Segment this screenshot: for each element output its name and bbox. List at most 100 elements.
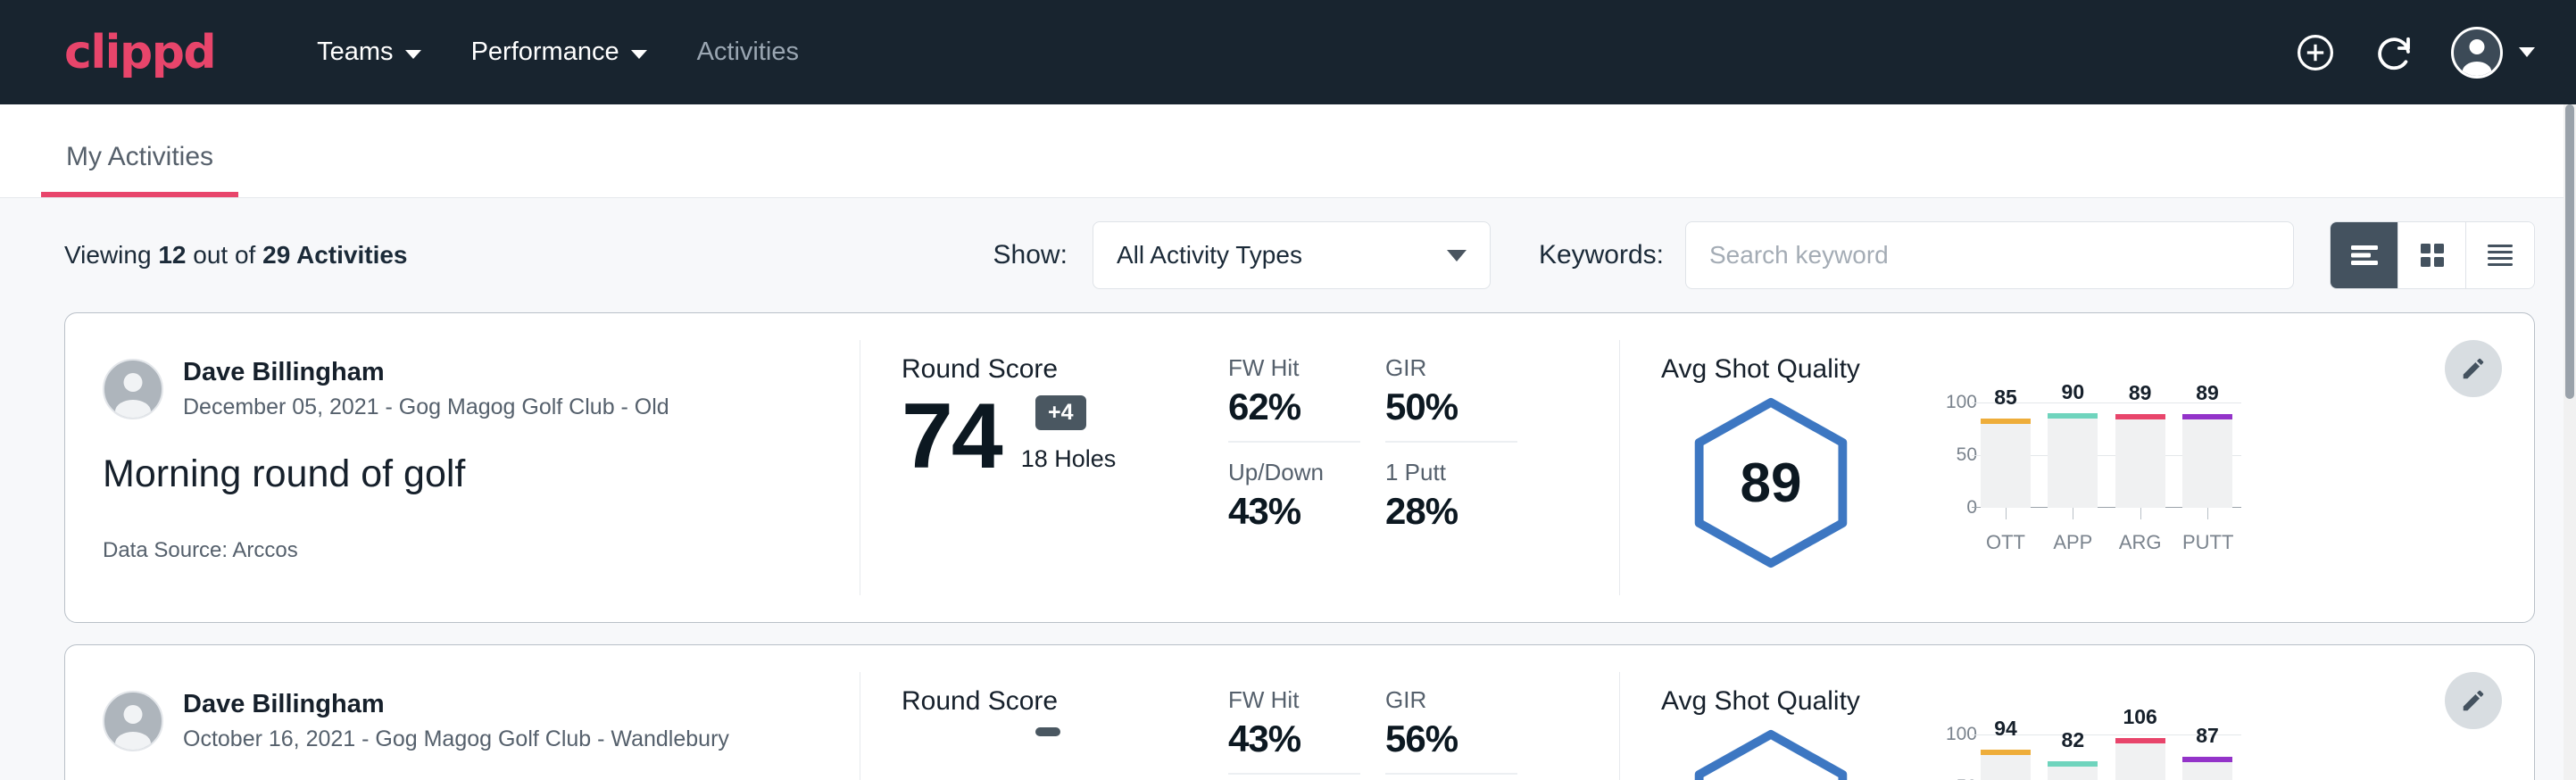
stat-fw-hit-value: 62% bbox=[1228, 386, 1360, 428]
round-score-row: 74 +4 18 Holes bbox=[902, 388, 1217, 485]
avatar bbox=[103, 359, 163, 419]
nav-right-actions bbox=[2294, 27, 2535, 79]
activity-card[interactable]: Dave Billingham December 05, 2021 - Gog … bbox=[64, 312, 2535, 623]
data-source-label: Data Source: Arccos bbox=[103, 538, 860, 563]
round-score-value: 74 bbox=[902, 388, 1001, 485]
bar-app bbox=[2048, 413, 2098, 508]
view-mode-list-button[interactable] bbox=[2331, 222, 2398, 288]
stat-fw-hit: FW Hit 43% bbox=[1228, 686, 1360, 775]
score-differential-badge: +4 bbox=[1035, 395, 1086, 430]
search-input[interactable] bbox=[1685, 221, 2294, 289]
top-navigation-bar: clippd Teams Performance Activities bbox=[0, 0, 2576, 104]
toolbar-controls: Show: All Activity Types Keywords: bbox=[993, 221, 2535, 289]
player-row: Dave Billingham October 16, 2021 - Gog M… bbox=[103, 688, 860, 754]
brand-logo[interactable]: clippd bbox=[64, 26, 215, 79]
activity-type-select-value: All Activity Types bbox=[1117, 241, 1302, 270]
view-mode-grid-button[interactable] bbox=[2398, 222, 2466, 288]
viewing-total: 29 Activities bbox=[262, 241, 407, 269]
chevron-down-icon bbox=[405, 50, 421, 59]
bar-putt bbox=[2182, 757, 2232, 780]
activity-meta: October 16, 2021 - Gog Magog Golf Club -… bbox=[183, 725, 729, 755]
stat-gir-value: 56% bbox=[1385, 718, 1517, 760]
x-label-arg: ARG bbox=[2115, 531, 2165, 554]
activity-card-list: Dave Billingham December 05, 2021 - Gog … bbox=[0, 312, 2576, 780]
stat-fw-hit: FW Hit 62% bbox=[1228, 354, 1360, 443]
stat-gir: GIR 56% bbox=[1385, 686, 1517, 775]
view-mode-compact-button[interactable] bbox=[2466, 222, 2534, 288]
show-label: Show: bbox=[993, 240, 1068, 270]
bar-arg bbox=[2115, 738, 2165, 780]
stats-grid: FW Hit 43% GIR 56% Up/Down 1 Putt bbox=[1217, 645, 1619, 780]
stat-one-putt: 1 Putt 28% bbox=[1385, 443, 1517, 533]
player-text-block: Dave Billingham October 16, 2021 - Gog M… bbox=[183, 688, 729, 754]
holes-count: 18 Holes bbox=[1021, 445, 1117, 485]
bar-column-arg: 89 bbox=[2115, 402, 2165, 508]
bar-ott bbox=[1981, 750, 2031, 780]
score-differential-badge bbox=[1035, 727, 1060, 736]
round-score-label: Round Score bbox=[902, 354, 1217, 385]
activity-card[interactable]: Dave Billingham October 16, 2021 - Gog M… bbox=[64, 644, 2535, 780]
shot-quality-hexagon: 89 bbox=[1683, 395, 1859, 570]
edit-activity-button[interactable] bbox=[2445, 340, 2502, 397]
nav-item-performance[interactable]: Performance bbox=[446, 0, 672, 104]
view-mode-toggle bbox=[2330, 221, 2535, 289]
bar-value-ott: 94 bbox=[1981, 717, 2031, 741]
round-score-column: Round Score 74 +4 18 Holes bbox=[860, 313, 1217, 622]
edit-activity-button[interactable] bbox=[2445, 672, 2502, 729]
avg-shot-quality-label: Avg Shot Quality bbox=[1661, 686, 2534, 717]
viewing-count: 12 bbox=[158, 241, 186, 269]
viewing-mid: out of bbox=[193, 241, 255, 269]
bar-column-ott: 85 bbox=[1981, 402, 2031, 508]
round-score-column: Round Score bbox=[860, 645, 1217, 780]
scrollbar-thumb[interactable] bbox=[2565, 104, 2574, 399]
stat-up-down-value: 43% bbox=[1228, 490, 1360, 533]
viewing-count-text: Viewing 12 out of 29 Activities bbox=[64, 241, 408, 270]
nav-item-activities[interactable]: Activities bbox=[672, 0, 824, 104]
stat-gir-label: GIR bbox=[1385, 686, 1517, 714]
refresh-icon[interactable] bbox=[2372, 31, 2415, 74]
avg-shot-quality-value: 89 bbox=[1683, 395, 1859, 570]
nav-item-teams[interactable]: Teams bbox=[292, 0, 445, 104]
activity-title: Morning round of golf bbox=[103, 452, 860, 496]
plus-circle-icon[interactable] bbox=[2294, 31, 2337, 74]
activity-type-select[interactable]: All Activity Types bbox=[1093, 221, 1491, 289]
bar-value-app: 90 bbox=[2048, 380, 2098, 404]
viewing-prefix: Viewing bbox=[64, 241, 152, 269]
tab-bar: My Activities bbox=[0, 104, 2576, 198]
stat-up-down: Up/Down 43% bbox=[1228, 443, 1360, 533]
bar-value-app: 82 bbox=[2048, 728, 2098, 752]
avg-shot-quality-column: Avg Shot Quality 100 50 0 bbox=[1620, 645, 2534, 780]
tab-my-activities[interactable]: My Activities bbox=[41, 142, 238, 197]
bar-column-putt: 89 bbox=[2182, 402, 2232, 508]
bar-value-arg: 89 bbox=[2115, 381, 2165, 405]
stat-fw-hit-value: 43% bbox=[1228, 718, 1360, 760]
shot-quality-bar-chart: 100 50 0 948210687 OTTAPPARGPUTT bbox=[1925, 734, 2236, 780]
stat-fw-hit-label: FW Hit bbox=[1228, 686, 1360, 714]
x-label-app: APP bbox=[2048, 531, 2098, 554]
chart-plot-area: 948210687 bbox=[1977, 734, 2236, 780]
activity-info-column: Dave Billingham October 16, 2021 - Gog M… bbox=[65, 645, 860, 780]
stat-gir-value: 50% bbox=[1385, 386, 1517, 428]
page-scrollbar[interactable] bbox=[2564, 104, 2576, 780]
bar-column-app: 90 bbox=[2048, 402, 2098, 508]
chart-x-labels: OTTAPPARGPUTT bbox=[1977, 531, 2236, 554]
shot-quality-bar-chart: 100 50 0 85908989 OTTAPPARGPUTT bbox=[1925, 402, 2236, 554]
stat-fw-hit-label: FW Hit bbox=[1228, 354, 1360, 382]
bar-app bbox=[2048, 761, 2098, 780]
player-name: Dave Billingham bbox=[183, 356, 669, 390]
x-tick-putt bbox=[2207, 508, 2208, 519]
bar-column-ott: 94 bbox=[1981, 734, 2031, 780]
round-score-label: Round Score bbox=[902, 686, 1217, 717]
bar-column-arg: 106 bbox=[2115, 734, 2165, 780]
stat-gir: GIR 50% bbox=[1385, 354, 1517, 443]
user-menu[interactable] bbox=[2451, 27, 2535, 79]
user-avatar-icon bbox=[2451, 27, 2503, 79]
bar-column-app: 82 bbox=[2048, 734, 2098, 780]
stat-one-putt-label: 1 Putt bbox=[1385, 459, 1517, 486]
player-text-block: Dave Billingham December 05, 2021 - Gog … bbox=[183, 356, 669, 422]
nav-item-performance-label: Performance bbox=[471, 0, 619, 104]
stats-grid: FW Hit 62% GIR 50% Up/Down 43% 1 Putt 28… bbox=[1217, 313, 1619, 622]
stat-one-putt: 1 Putt bbox=[1385, 775, 1517, 780]
stat-up-down: Up/Down bbox=[1228, 775, 1360, 780]
avg-shot-quality-body: 100 50 0 948210687 OTTAPPARGPUTT bbox=[1661, 727, 2534, 780]
